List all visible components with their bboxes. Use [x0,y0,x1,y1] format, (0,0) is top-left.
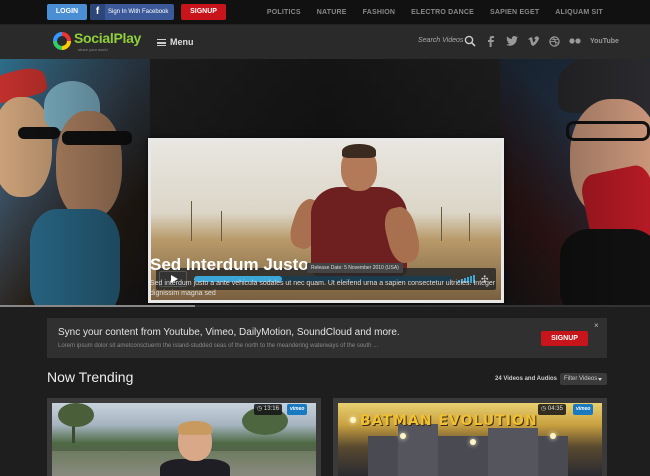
dribbble-icon[interactable] [548,35,560,47]
vimeo-badge: vimeo [287,404,308,415]
trending-heading: Now Trending [47,369,134,385]
facebook-signin-button[interactable]: f Sign In With Facebook [90,4,174,20]
logo-icon[interactable] [53,32,71,50]
trending-count: 24 Videos and Audios [495,376,558,382]
filter-videos-dropdown[interactable]: Filter Videos [560,373,607,385]
top-bar: LOGIN f Sign In With Facebook SIGNUP POL… [0,0,650,25]
facebook-icon: f [90,4,105,20]
logo-tagline: share your world [78,47,108,52]
release-date-badge: Release Date: 5 November 2010 (USA) [307,263,403,273]
vimeo-badge: vimeo [573,404,594,415]
facebook-signin-label: Sign In With Facebook [108,9,169,15]
slider-progress-fill [0,305,195,307]
social-links: YouTube [485,35,619,47]
nav-item-fashion[interactable]: FASHION [363,9,396,16]
duration-badge: ◷ 13:16 [254,404,282,415]
nav-item-politics[interactable]: POLITICS [267,9,301,16]
duration-badge: ◷ 04:35 [538,404,566,415]
nav-item-electro-dance[interactable]: ELECTRO DANCE [411,9,474,16]
sync-title: Sync your content from Youtube, Vimeo, D… [58,327,400,338]
search-icon[interactable] [464,35,476,47]
hero-slider: ✣ Sed Interdum Justo Release Date: 5 Nov… [0,59,650,307]
slider-progress [0,305,650,307]
flickr-icon[interactable] [569,35,581,47]
search-input[interactable]: Search Videos [418,37,463,44]
sync-signup-button[interactable]: SIGNUP [541,331,588,346]
site-header: SocialPlay share your world Menu Search … [0,25,650,59]
signup-button[interactable]: SIGNUP [181,4,226,20]
vimeo-icon[interactable] [527,35,539,47]
menu-button[interactable]: Menu [170,37,194,47]
youtube-icon[interactable]: YouTube [590,38,619,45]
nav-item-sapien-eget[interactable]: SAPIEN EGET [490,9,539,16]
hero-title[interactable]: Sed Interdum Justo [150,255,309,275]
category-nav: POLITICS NATURE FASHION ELECTRO DANCE SA… [251,0,603,25]
nav-item-aliquam-sit[interactable]: ALIQUAM SIT [555,9,603,16]
twitter-icon[interactable] [506,35,518,47]
menu-icon[interactable] [157,39,166,46]
batman-evolution-title: BATMAN EVOLUTION [360,413,538,429]
sync-subtitle: Lorem ipsum dolor sit ametconsctuerm the… [58,343,379,349]
logo-text[interactable]: SocialPlay [74,30,141,46]
sync-banner: Sync your content from Youtube, Vimeo, D… [47,318,607,358]
video-card[interactable]: BATMAN EVOLUTION ◷ 04:35 vimeo [333,398,607,476]
login-button[interactable]: LOGIN [47,4,87,20]
close-icon[interactable]: × [594,321,599,330]
hero-description: Sed interdum justo a ante vehicula sodal… [150,280,496,297]
facebook-icon[interactable] [485,35,497,47]
video-card[interactable]: ◷ 13:16 vimeo [47,398,321,476]
nav-item-nature[interactable]: NATURE [317,9,347,16]
